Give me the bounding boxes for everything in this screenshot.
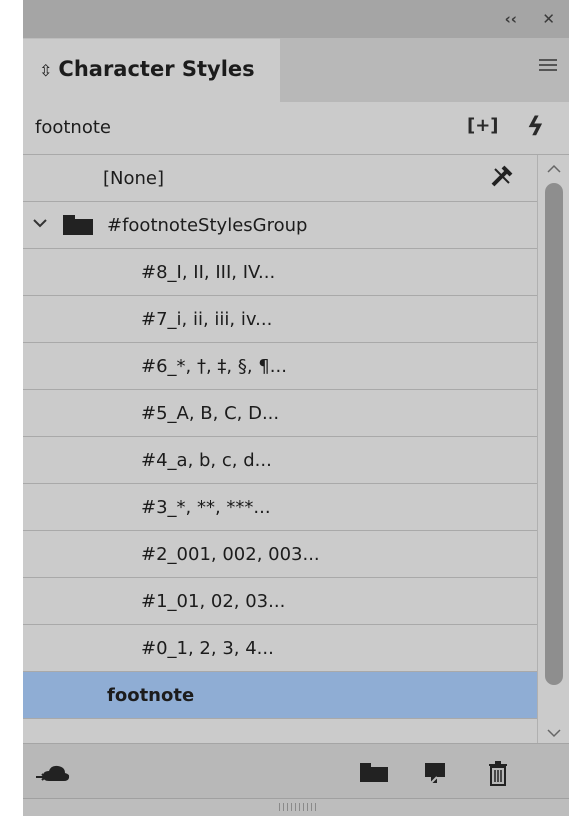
list-item[interactable]: #8_I, II, III, IV... xyxy=(23,249,537,296)
clear-override-icon[interactable] xyxy=(489,163,515,189)
list-item-selected[interactable]: footnote xyxy=(23,672,537,719)
list-item[interactable]: #2_001, 002, 003... xyxy=(23,531,537,578)
list-item[interactable]: #7_i, ii, iii, iv... xyxy=(23,296,537,343)
panel-footer xyxy=(23,743,569,799)
panel-titlebar: ‹‹ ✕ xyxy=(23,0,569,38)
new-style-group-icon[interactable]: [+] xyxy=(467,115,499,137)
folder-icon xyxy=(63,215,93,235)
lightning-icon[interactable]: ϟ xyxy=(527,112,544,142)
current-style-bar: footnote [+] ϟ xyxy=(23,102,569,155)
list-group-row[interactable]: #footnoteStylesGroup xyxy=(23,202,537,249)
styles-list: [None] #footnoteStylesGroup #8_I, II, II… xyxy=(23,155,537,743)
new-style-icon[interactable] xyxy=(423,761,447,785)
list-item[interactable]: #6_*, †, ‡, §, ¶... xyxy=(23,343,537,390)
panel-resize-grip[interactable] xyxy=(23,798,569,816)
list-item[interactable]: #1_01, 02, 03... xyxy=(23,578,537,625)
scroll-thumb[interactable] xyxy=(545,183,563,685)
new-group-folder-icon[interactable] xyxy=(359,761,389,783)
character-styles-panel: ‹‹ ✕ ⇳ Character Styles footnote [+] ϟ [N… xyxy=(23,0,569,816)
list-item[interactable]: #5_A, B, C, D... xyxy=(23,390,537,437)
vertical-scrollbar[interactable] xyxy=(537,155,569,743)
selected-style-label: footnote xyxy=(107,685,195,706)
list-item-none[interactable]: [None] xyxy=(23,155,537,202)
chevron-down-icon[interactable] xyxy=(31,214,49,232)
tab-label: Character Styles xyxy=(58,57,255,81)
cc-library-icon[interactable] xyxy=(35,761,71,783)
hamburger-menu-icon[interactable] xyxy=(539,59,557,74)
up-down-arrows-icon: ⇳ xyxy=(39,61,53,80)
scroll-up-icon[interactable] xyxy=(544,161,564,177)
list-item[interactable]: #4_a, b, c, d... xyxy=(23,437,537,484)
delete-trash-icon[interactable] xyxy=(487,761,509,787)
list-item-label: [None] xyxy=(103,168,165,189)
scroll-down-icon[interactable] xyxy=(544,725,564,741)
double-chevron-left-icon[interactable]: ‹‹ xyxy=(505,10,517,28)
tab-character-styles[interactable]: ⇳ Character Styles xyxy=(23,38,280,103)
close-icon[interactable]: ✕ xyxy=(542,10,555,28)
current-style-name: footnote xyxy=(35,117,111,138)
group-label: #footnoteStylesGroup xyxy=(107,215,308,236)
list-item[interactable]: #3_*, **, ***... xyxy=(23,484,537,531)
list-item[interactable]: #0_1, 2, 3, 4... xyxy=(23,625,537,672)
